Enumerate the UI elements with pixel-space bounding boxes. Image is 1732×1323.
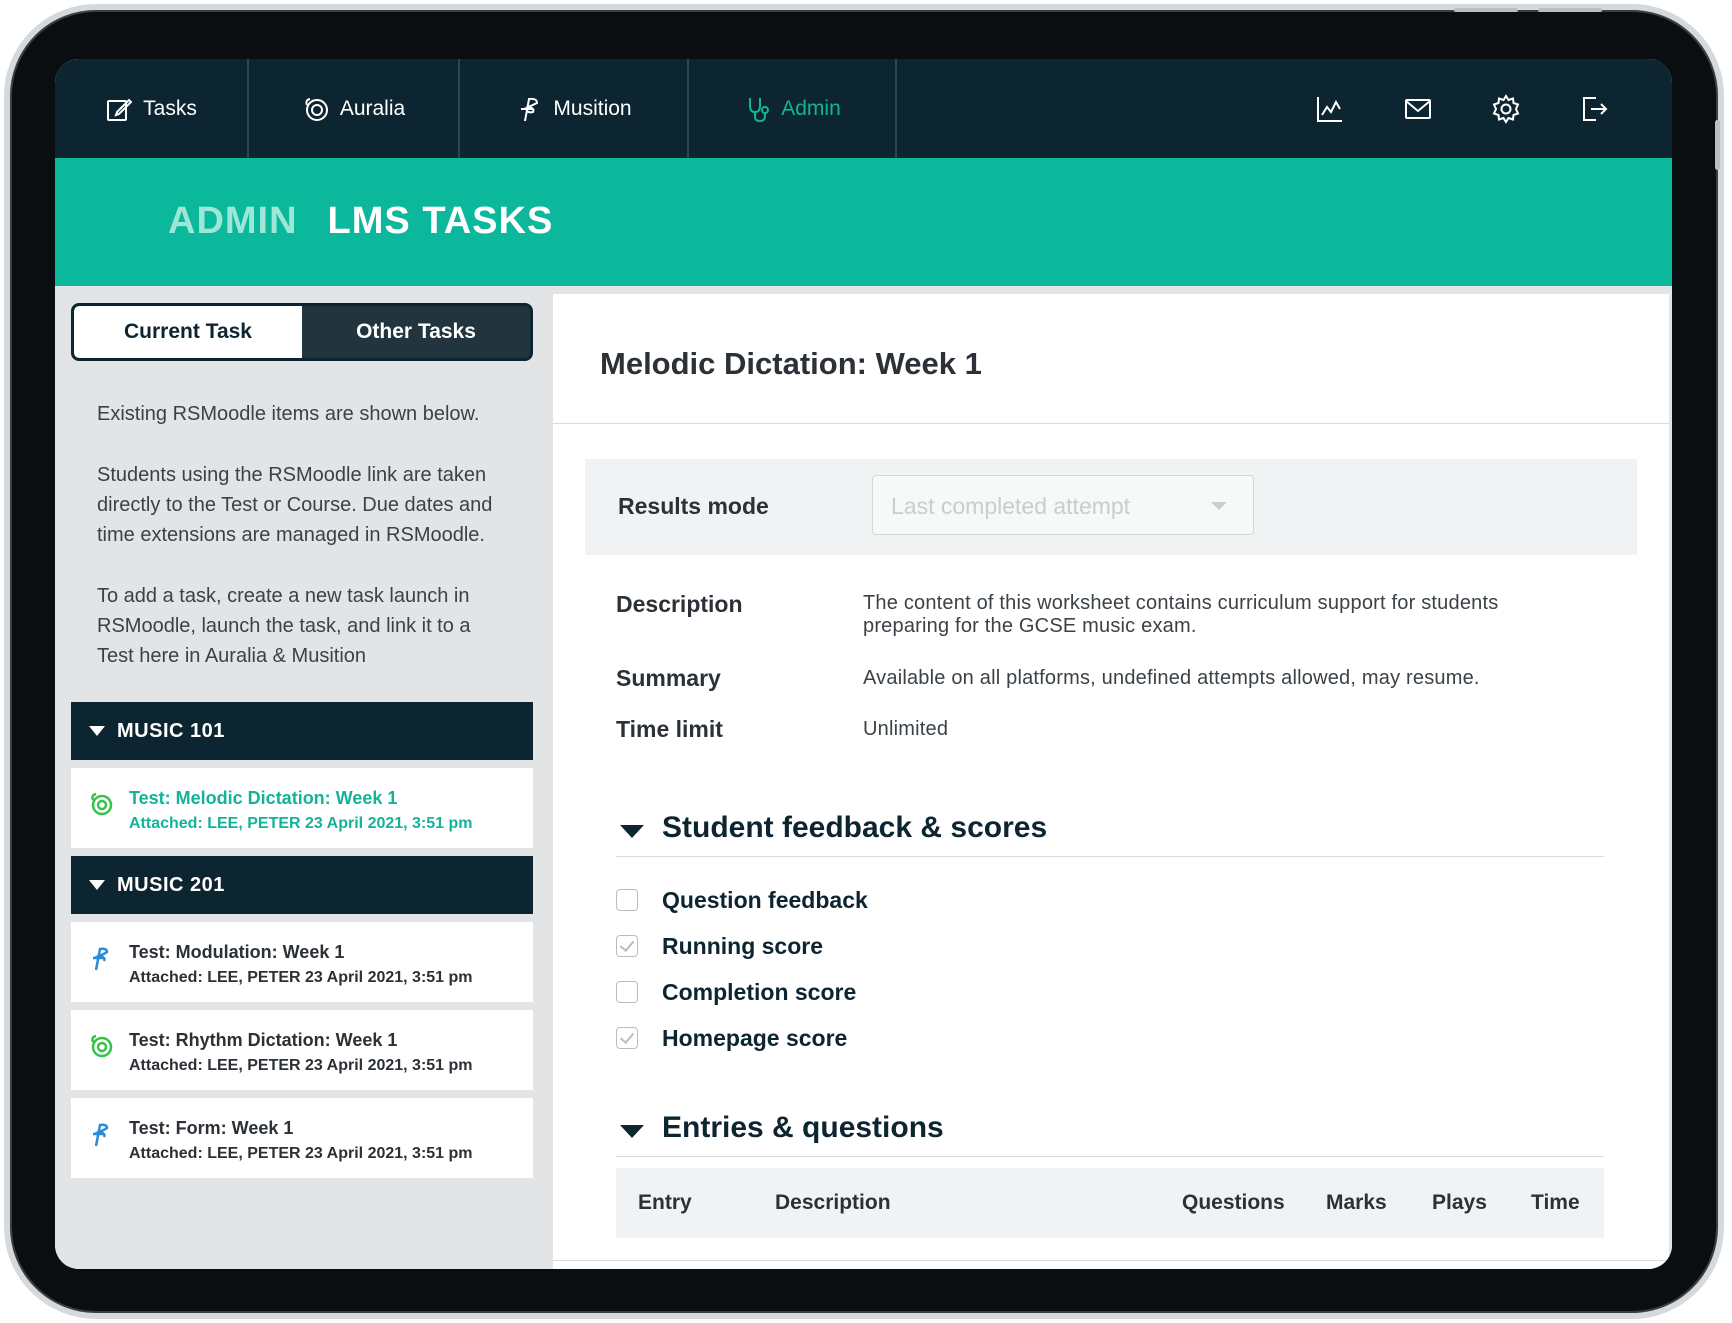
- tab-current-task[interactable]: Current Task: [74, 306, 302, 358]
- section-entries-header[interactable]: Entries & questions: [616, 1109, 1604, 1157]
- task-item[interactable]: Test: Rhythm Dictation: Week 1 Attached:…: [71, 1010, 533, 1090]
- option-label: Completion score: [662, 978, 857, 1005]
- gear-icon[interactable]: [1490, 93, 1522, 125]
- logout-icon[interactable]: [1578, 93, 1610, 125]
- option-label: Question feedback: [662, 886, 868, 913]
- section-feedback-header[interactable]: Student feedback & scores: [616, 809, 1604, 857]
- task-attached: Attached: LEE, PETER 23 April 2021, 3:51…: [129, 1057, 473, 1074]
- column-header-time[interactable]: Time: [1531, 1191, 1580, 1215]
- task-detail-card: Melodic Dictation: Week 1 Results mode L…: [553, 294, 1669, 1269]
- page-header: ADMIN LMS TASKS: [55, 158, 1672, 286]
- checkbox[interactable]: [616, 889, 638, 911]
- detail-key: Time limit: [616, 716, 723, 742]
- hardware-button: [1715, 120, 1720, 170]
- detail-value: The content of this worksheet contains c…: [863, 592, 1499, 637]
- info-paragraph: To add a task, create a new task launch …: [97, 585, 471, 667]
- option-homepage-score[interactable]: Homepage score: [616, 1023, 847, 1053]
- edit-icon: [107, 98, 133, 121]
- checkbox[interactable]: [616, 1027, 638, 1049]
- nav-tab-admin[interactable]: Admin: [689, 59, 897, 158]
- option-completion-score[interactable]: Completion score: [616, 977, 856, 1007]
- app-screen: Tasks Auralia Musition Admin ADMIN LMS TA…: [55, 59, 1672, 1269]
- checkbox[interactable]: [616, 981, 638, 1003]
- detail-key: Description: [616, 591, 743, 617]
- section-title: Entries & questions: [662, 1111, 944, 1144]
- section-label: ADMIN: [168, 200, 298, 242]
- page-title: ADMIN LMS TASKS: [168, 200, 553, 243]
- left-panel: Current Task Other Tasks Existing RSMood…: [55, 286, 539, 1269]
- task-title: Test: Rhythm Dictation: Week 1: [129, 1030, 398, 1050]
- top-nav: Tasks Auralia Musition Admin: [55, 59, 1672, 158]
- nav-tab-auralia[interactable]: Auralia: [249, 59, 460, 158]
- task-attached: Attached: LEE, PETER 23 April 2021, 3:51…: [129, 969, 473, 986]
- group-header-music-101[interactable]: MUSIC 101: [71, 702, 533, 760]
- task-title: Test: Modulation: Week 1: [129, 942, 345, 962]
- hardware-button: [1454, 8, 1518, 12]
- detail-value: Unlimited: [863, 718, 949, 740]
- column-header-questions[interactable]: Questions: [1182, 1191, 1285, 1215]
- auralia-logo-icon: [91, 792, 113, 816]
- auralia-logo-icon: [91, 1034, 113, 1058]
- musition-logo-icon: [93, 1123, 109, 1147]
- task-attached: Attached: LEE, PETER 23 April 2021, 3:51…: [129, 815, 473, 832]
- musition-logo-icon: [521, 97, 539, 121]
- column-header-entry[interactable]: Entry: [638, 1191, 692, 1215]
- nav-tab-label: Musition: [553, 96, 632, 120]
- collapse-triangle-icon: [620, 825, 644, 838]
- task-title: Test: Form: Week 1: [129, 1118, 294, 1138]
- main-panel: Melodic Dictation: Week 1 Results mode L…: [539, 286, 1672, 1269]
- nav-tab-tasks[interactable]: Tasks: [55, 59, 249, 158]
- section-title: Student feedback & scores: [662, 811, 1048, 844]
- nav-actions: [1314, 59, 1610, 158]
- option-question-feedback[interactable]: Question feedback: [616, 885, 868, 915]
- page-title-text: LMS TASKS: [327, 200, 554, 242]
- nav-tab-label: Auralia: [339, 96, 406, 120]
- collapse-triangle-icon: [620, 1125, 644, 1138]
- checkbox[interactable]: [616, 935, 638, 957]
- expand-triangle-icon: [89, 726, 105, 736]
- group-name: MUSIC 201: [117, 873, 225, 896]
- group-header-music-201[interactable]: MUSIC 201: [71, 856, 533, 914]
- chevron-down-icon: [1211, 502, 1227, 510]
- divider: [553, 423, 1669, 424]
- musition-logo-icon: [93, 947, 109, 971]
- stethoscope-icon: [749, 97, 770, 122]
- task-item[interactable]: Test: Form: Week 1 Attached: LEE, PETER …: [71, 1098, 533, 1178]
- expand-triangle-icon: [89, 880, 105, 890]
- detail-key: Summary: [616, 665, 721, 691]
- results-mode-label: Results mode: [618, 493, 769, 519]
- task-item[interactable]: Test: Modulation: Week 1 Attached: LEE, …: [71, 922, 533, 1002]
- option-running-score[interactable]: Running score: [616, 931, 823, 961]
- results-mode-select[interactable]: Last completed attempt: [872, 475, 1254, 535]
- column-header-plays[interactable]: Plays: [1432, 1191, 1487, 1215]
- column-header-marks[interactable]: Marks: [1326, 1191, 1387, 1215]
- info-text: Existing RSMoodle items are shown below.…: [71, 361, 533, 671]
- nav-tab-label: Admin: [781, 96, 841, 120]
- auralia-logo-icon: [305, 97, 328, 121]
- group-name: MUSIC 101: [117, 719, 225, 742]
- results-mode-row: Results mode Last completed attempt: [585, 459, 1637, 555]
- divider: [553, 1260, 1669, 1261]
- nav-tab-musition[interactable]: Musition: [460, 59, 689, 158]
- option-label: Running score: [662, 932, 824, 959]
- select-value: Last completed attempt: [891, 493, 1131, 519]
- task-tabs: Current Task Other Tasks: [71, 303, 533, 361]
- nav-tab-label: Tasks: [143, 96, 197, 120]
- entries-table-header: Entry Description Questions Marks Plays …: [616, 1168, 1604, 1238]
- column-header-description[interactable]: Description: [775, 1191, 891, 1215]
- task-attached: Attached: LEE, PETER 23 April 2021, 3:51…: [129, 1145, 473, 1162]
- hardware-button: [1538, 8, 1602, 12]
- detail-value: Available on all platforms, undefined at…: [863, 667, 1480, 689]
- task-title: Test: Melodic Dictation: Week 1: [129, 788, 398, 808]
- task-heading: Melodic Dictation: Week 1: [600, 346, 982, 381]
- task-item[interactable]: Test: Melodic Dictation: Week 1 Attached…: [71, 768, 533, 848]
- mail-icon[interactable]: [1402, 93, 1434, 125]
- tab-other-tasks[interactable]: Other Tasks: [302, 306, 530, 358]
- option-label: Homepage score: [662, 1024, 848, 1051]
- chart-icon[interactable]: [1314, 93, 1346, 125]
- info-paragraph: Students using the RSMoodle link are tak…: [97, 464, 493, 546]
- info-paragraph: Existing RSMoodle items are shown below.: [97, 403, 480, 425]
